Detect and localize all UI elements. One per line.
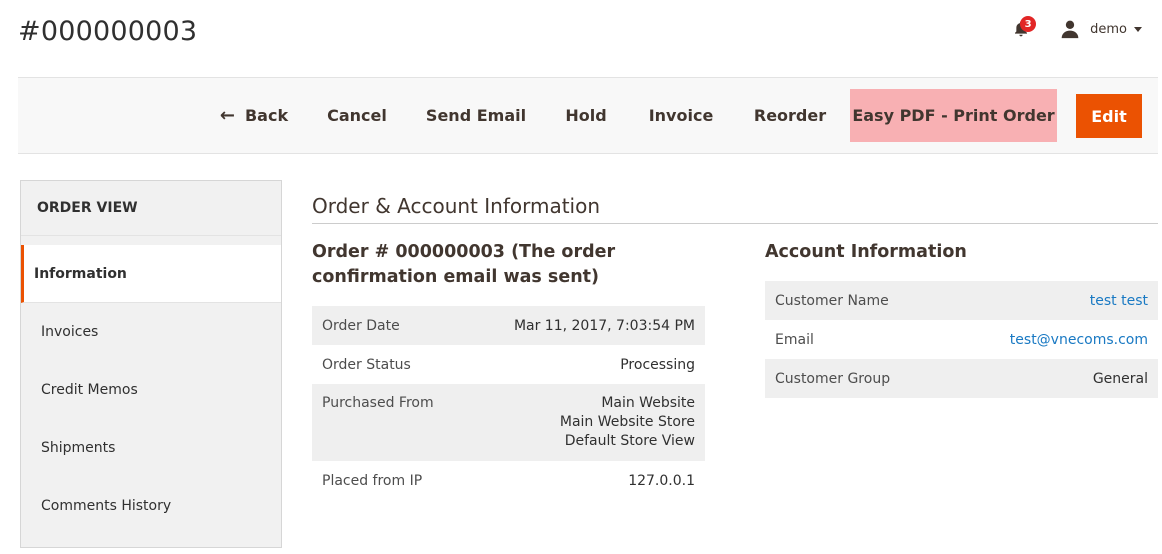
user-icon <box>1061 20 1079 39</box>
customer-group-label: Customer Group <box>775 370 891 387</box>
table-row: Customer Group General <box>765 359 1158 398</box>
order-date-value: Mar 11, 2017, 7:03:54 PM <box>513 317 695 334</box>
customer-group-value: General <box>1092 370 1148 387</box>
hold-button[interactable]: Hold <box>563 88 609 142</box>
customer-name-label: Customer Name <box>775 292 889 309</box>
purchased-from-label: Purchased From <box>322 395 434 411</box>
arrow-left-icon: ← <box>219 104 235 126</box>
email-link[interactable]: test@vnecoms.com <box>1010 332 1148 348</box>
order-view-sidebar: ORDER VIEW Information Invoices Credit M… <box>20 180 282 548</box>
chevron-down-icon <box>1134 26 1142 32</box>
purchased-from-value: Main Website Main Website Store Default … <box>560 394 695 451</box>
notification-count-badge: 3 <box>1020 16 1037 32</box>
invoice-button[interactable]: Invoice <box>646 88 716 142</box>
sidebar-item-invoices[interactable]: Invoices <box>21 303 281 361</box>
header-actions: 3 demo <box>1006 14 1142 44</box>
cancel-button[interactable]: Cancel <box>324 88 390 142</box>
back-button-label: Back <box>244 105 289 125</box>
section-divider <box>312 223 1158 224</box>
page-title: #000000003 <box>18 16 198 47</box>
order-date-label: Order Date <box>322 317 400 334</box>
table-row: Order Status Processing <box>312 345 705 384</box>
user-name: demo <box>1090 21 1127 37</box>
sidebar-item-credit-memos[interactable]: Credit Memos <box>21 361 281 419</box>
edit-button[interactable]: Edit <box>1076 94 1142 138</box>
section-title: Order & Account Information <box>312 194 601 218</box>
table-row: Purchased From Main Website Main Website… <box>312 384 705 461</box>
order-title: Order # 000000003 (The order confirmatio… <box>312 242 616 287</box>
purchased-from-website: Main Website <box>601 395 695 411</box>
email-label: Email <box>775 331 814 348</box>
table-row: Placed from IP 127.0.0.1 <box>312 461 705 500</box>
order-information-table: Order Date Mar 11, 2017, 7:03:54 PM Orde… <box>312 306 705 500</box>
sidebar-item-shipments[interactable]: Shipments <box>21 419 281 477</box>
sidebar-item-comments-history[interactable]: Comments History <box>21 477 281 535</box>
order-status-value: Processing <box>620 356 695 373</box>
notifications-button[interactable]: 3 <box>1006 14 1037 44</box>
placed-from-ip-label: Placed from IP <box>322 472 423 489</box>
account-information-table: Customer Name test test Email test@vneco… <box>765 281 1158 398</box>
purchased-from-store: Main Website Store <box>559 414 695 430</box>
placed-from-ip-value: 127.0.0.1 <box>628 472 695 489</box>
table-row: Customer Name test test <box>765 281 1158 320</box>
send-email-button[interactable]: Send Email <box>426 88 526 142</box>
user-menu[interactable]: demo <box>1060 19 1142 39</box>
back-button[interactable]: ← Back <box>214 88 294 142</box>
page-actions-toolbar: ← Back Cancel Send Email Hold Invoice Re… <box>18 77 1158 154</box>
sidebar-title: ORDER VIEW <box>21 181 281 236</box>
easy-pdf-print-order-button[interactable]: Easy PDF - Print Order <box>850 89 1057 142</box>
account-information-title: Account Information <box>765 242 967 262</box>
customer-name-link[interactable]: test test <box>1090 293 1148 309</box>
table-row: Email test@vnecoms.com <box>765 320 1158 359</box>
table-row: Order Date Mar 11, 2017, 7:03:54 PM <box>312 306 705 345</box>
order-status-label: Order Status <box>322 356 411 373</box>
sidebar-item-information[interactable]: Information <box>21 245 281 303</box>
reorder-button[interactable]: Reorder <box>752 88 828 142</box>
purchased-from-store-view: Default Store View <box>564 433 695 449</box>
